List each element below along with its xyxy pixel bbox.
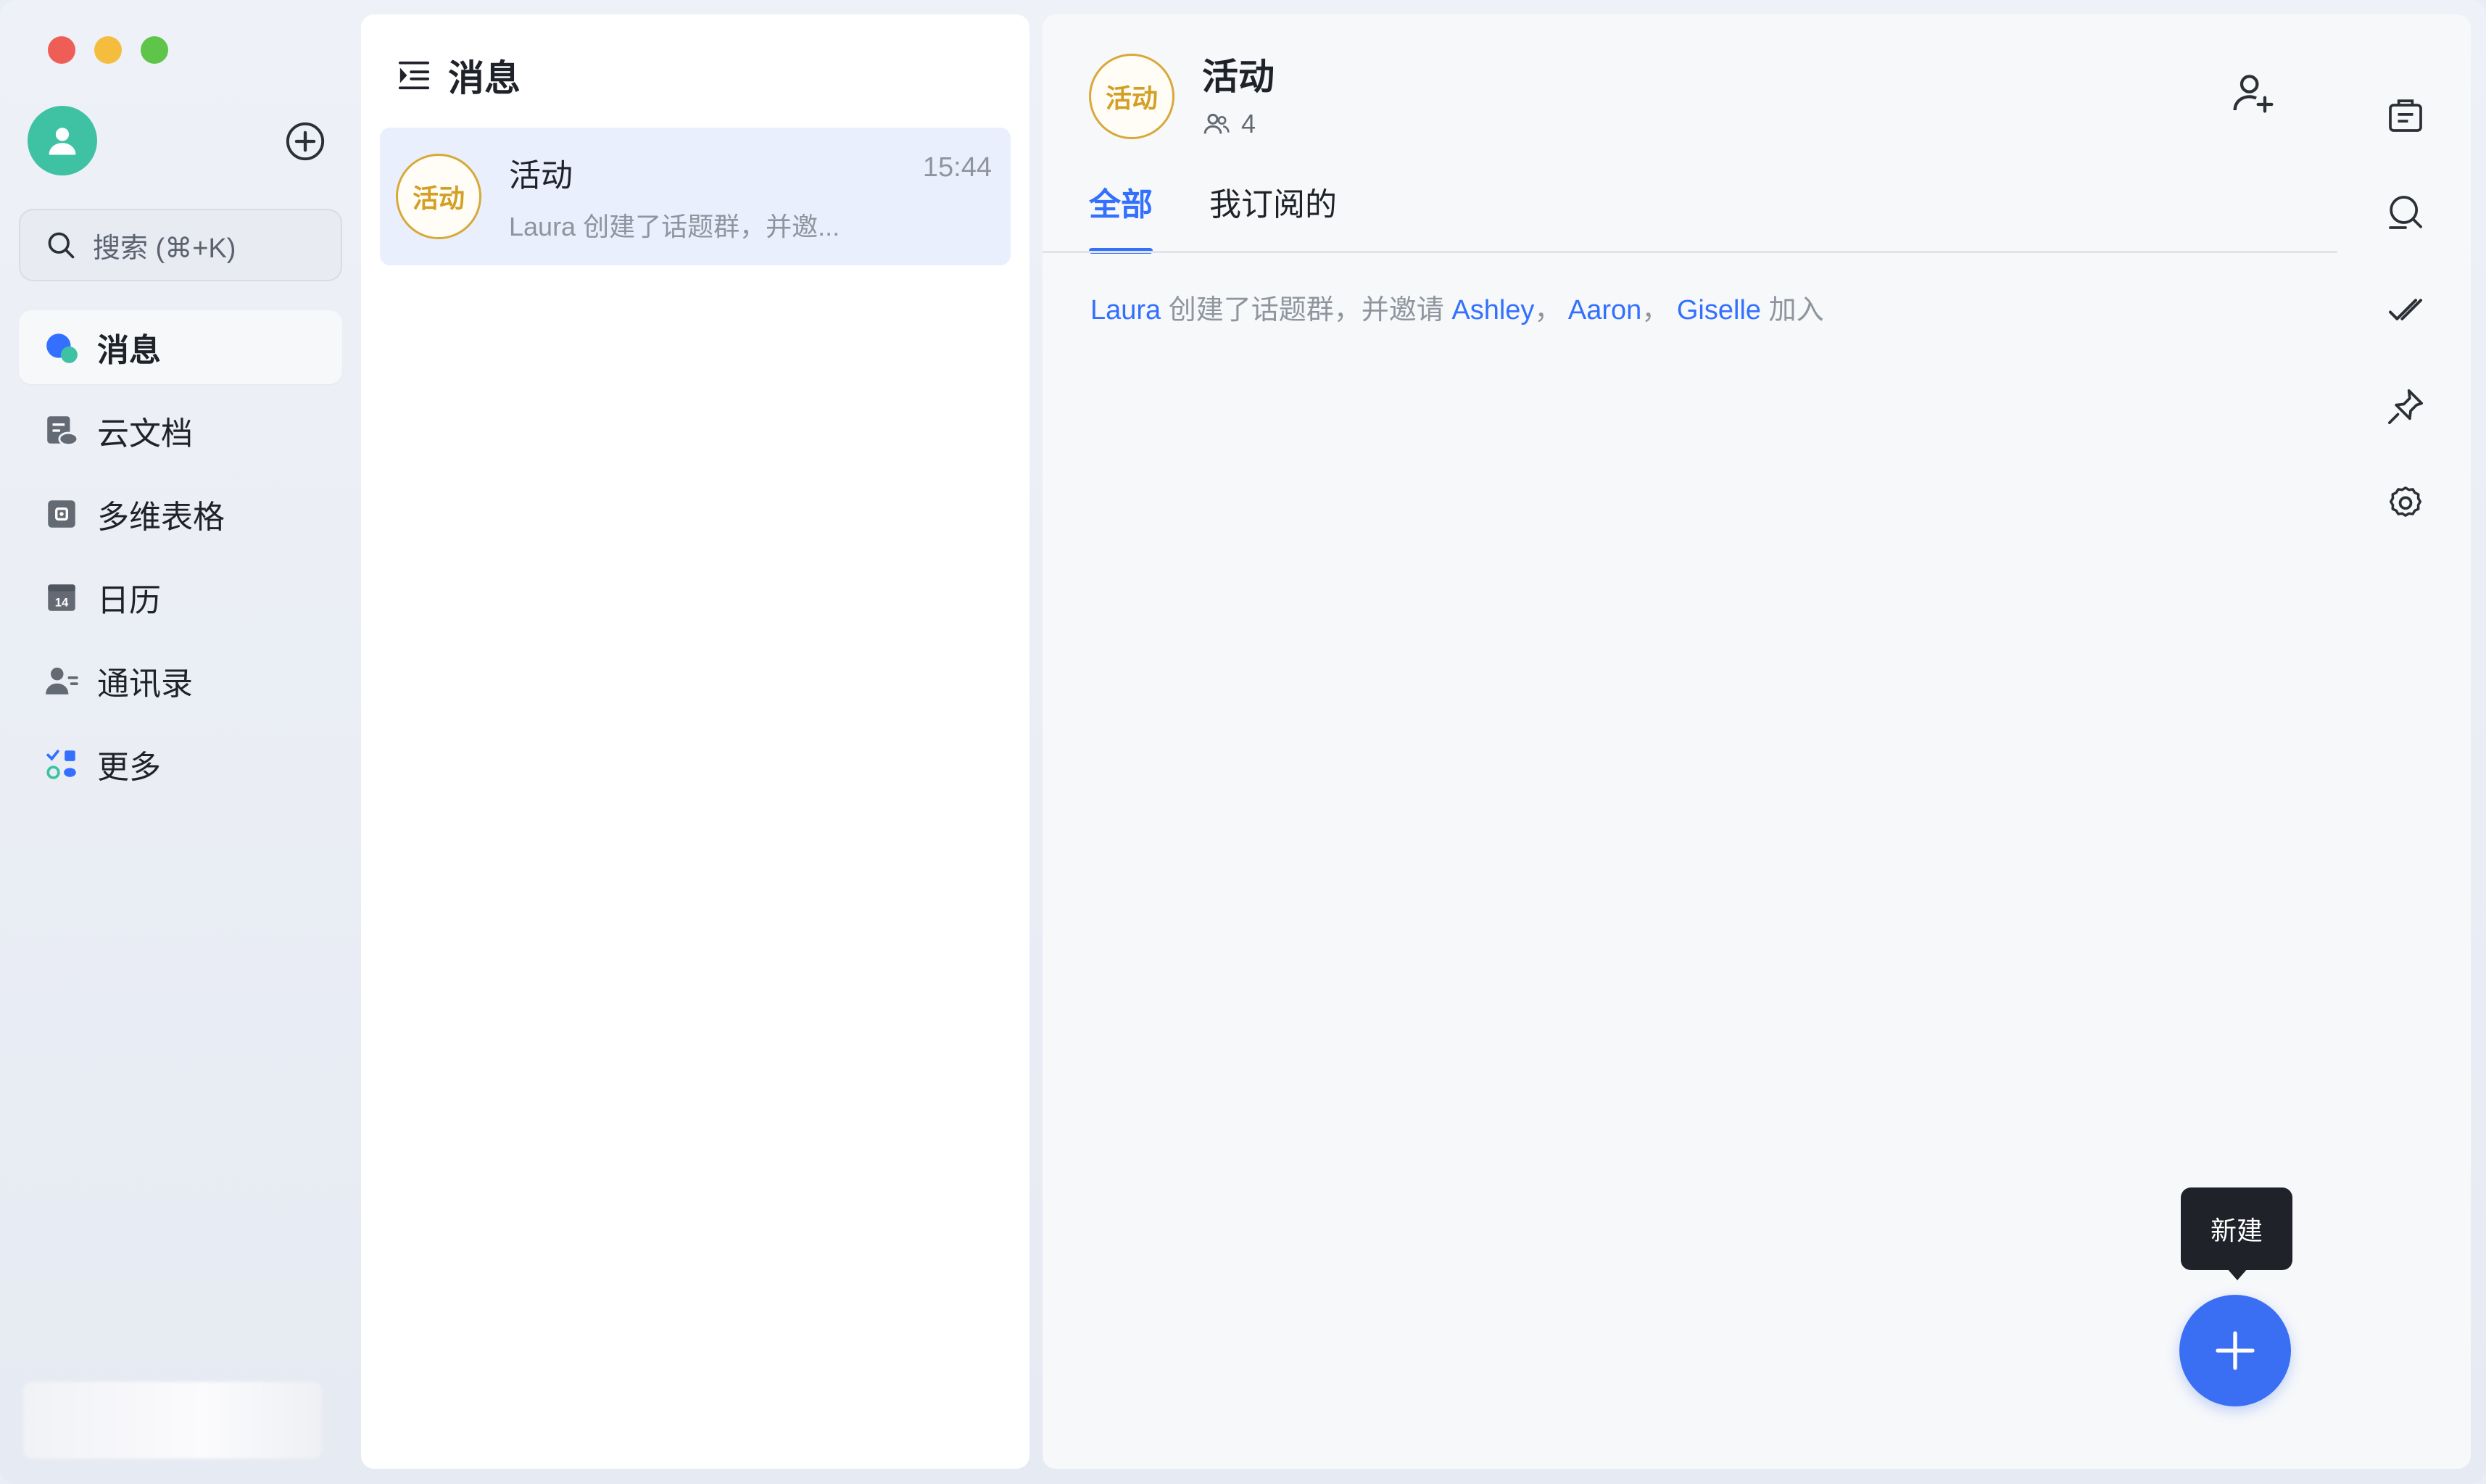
search-icon (2389, 196, 2422, 229)
tab-subscribed[interactable]: 我订阅的 (1209, 178, 1337, 254)
conversation-time: 15:44 (922, 152, 992, 183)
sidebar-item-cloud-docs[interactable]: 云文档 (19, 394, 342, 468)
user-link[interactable]: Laura (1090, 295, 1161, 326)
base-table-icon (43, 496, 80, 532)
sidebar-item-label: 消息 (97, 333, 161, 368)
board-button[interactable] (2355, 67, 2456, 164)
search-box[interactable]: 搜索 (⌘+K) (19, 209, 342, 281)
group-avatar[interactable]: 活动 (1089, 54, 1174, 139)
cloud-doc-icon (43, 413, 80, 449)
separator: ， (1534, 295, 1562, 326)
done-button[interactable] (2355, 261, 2456, 358)
sidebar-nav: 消息 云文档 多维表格 14 日历 通讯录 更多 (19, 310, 342, 811)
sidebar-item-label: 云文档 (97, 416, 193, 452)
new-topic-tooltip: 新建 (2181, 1187, 2292, 1280)
separator: ， (1641, 295, 1670, 326)
close-window-button[interactable] (48, 36, 75, 64)
sidebar-item-label: 日历 (97, 583, 161, 618)
user-link[interactable]: Aaron (1568, 295, 1641, 326)
calendar-day: 14 (55, 596, 69, 610)
person-icon (49, 128, 76, 155)
members-icon (1203, 113, 1230, 134)
system-message-suffix: 加入 (1768, 295, 1824, 326)
pin-button[interactable] (2355, 358, 2456, 455)
system-message: Laura 创建了话题群，并邀请 Ashley， Aaron， Giselle … (1090, 287, 1824, 327)
zoom-window-button[interactable] (141, 36, 168, 64)
user-link[interactable]: Ashley (1451, 295, 1534, 326)
collapse-menu-icon[interactable] (397, 59, 431, 92)
sidebar: 搜索 (⌘+K) 消息 云文档 多维表格 14 日历 通讯录 更多 (0, 0, 355, 1484)
board-icon (2389, 99, 2422, 132)
pin-icon (2387, 389, 2424, 425)
contacts-icon (43, 663, 80, 699)
tab-all[interactable]: 全部 (1089, 178, 1153, 254)
search-placeholder: 搜索 (⌘+K) (93, 233, 236, 264)
conversation-name: 活动 (509, 158, 573, 194)
chat-title[interactable]: 活动 (1202, 48, 1275, 100)
more-apps-icon (43, 746, 80, 782)
blurred-account-area (23, 1382, 322, 1459)
search-icon (48, 232, 75, 259)
conversation-preview: Laura 创建了话题群，并邀... (509, 212, 840, 241)
sidebar-item-messages[interactable]: 消息 (19, 310, 342, 384)
minimize-window-button[interactable] (94, 36, 122, 64)
plus-circle-icon[interactable] (284, 120, 326, 162)
sidebar-item-label: 更多 (97, 750, 161, 785)
add-member-icon[interactable] (2230, 70, 2276, 116)
calendar-icon: 14 (43, 579, 80, 615)
settings-icon (2389, 486, 2422, 517)
conversation-item[interactable]: 活动 活动 15:44 Laura 创建了话题群，并邀... (380, 128, 1011, 265)
chat-panel: 活动 活动 4 全部 我订阅的 Laura 创建了话题群，并邀请 Ashley， (1043, 14, 2471, 1469)
chat-list-header: 消息 (397, 49, 521, 101)
new-topic-button[interactable] (2179, 1295, 2291, 1406)
sidebar-item-contacts[interactable]: 通讯录 (19, 644, 342, 718)
sidebar-item-more[interactable]: 更多 (19, 727, 342, 801)
right-toolbar (2355, 67, 2456, 552)
group-avatar: 活动 (396, 154, 481, 239)
member-count[interactable]: 4 (1202, 109, 1256, 139)
chat-list-panel: 消息 活动 活动 15:44 Laura 创建了话题群，并邀... (361, 14, 1029, 1469)
sidebar-item-calendar[interactable]: 14 日历 (19, 560, 342, 634)
sidebar-item-label: 多维表格 (97, 499, 225, 535)
user-avatar[interactable] (28, 106, 97, 175)
sidebar-item-base[interactable]: 多维表格 (19, 477, 342, 551)
chat-tabs: 全部 我订阅的 (1089, 178, 1337, 254)
message-icon (43, 329, 80, 365)
member-count-value: 4 (1241, 109, 1256, 138)
done-check-icon (2389, 299, 2422, 320)
plus-icon (2216, 1331, 2255, 1370)
tab-divider (1043, 251, 2337, 253)
search-chat-button[interactable] (2355, 164, 2456, 261)
app-window: 搜索 (⌘+K) 消息 云文档 多维表格 14 日历 通讯录 更多 消息 活动 … (0, 0, 2486, 1484)
settings-button[interactable] (2355, 455, 2456, 552)
window-controls (48, 36, 168, 64)
system-message-text: 创建了话题群，并邀请 (1168, 295, 1444, 326)
sidebar-item-label: 通讯录 (97, 666, 193, 702)
user-link[interactable]: Giselle (1677, 295, 1761, 326)
chat-list-title: 消息 (448, 58, 521, 99)
